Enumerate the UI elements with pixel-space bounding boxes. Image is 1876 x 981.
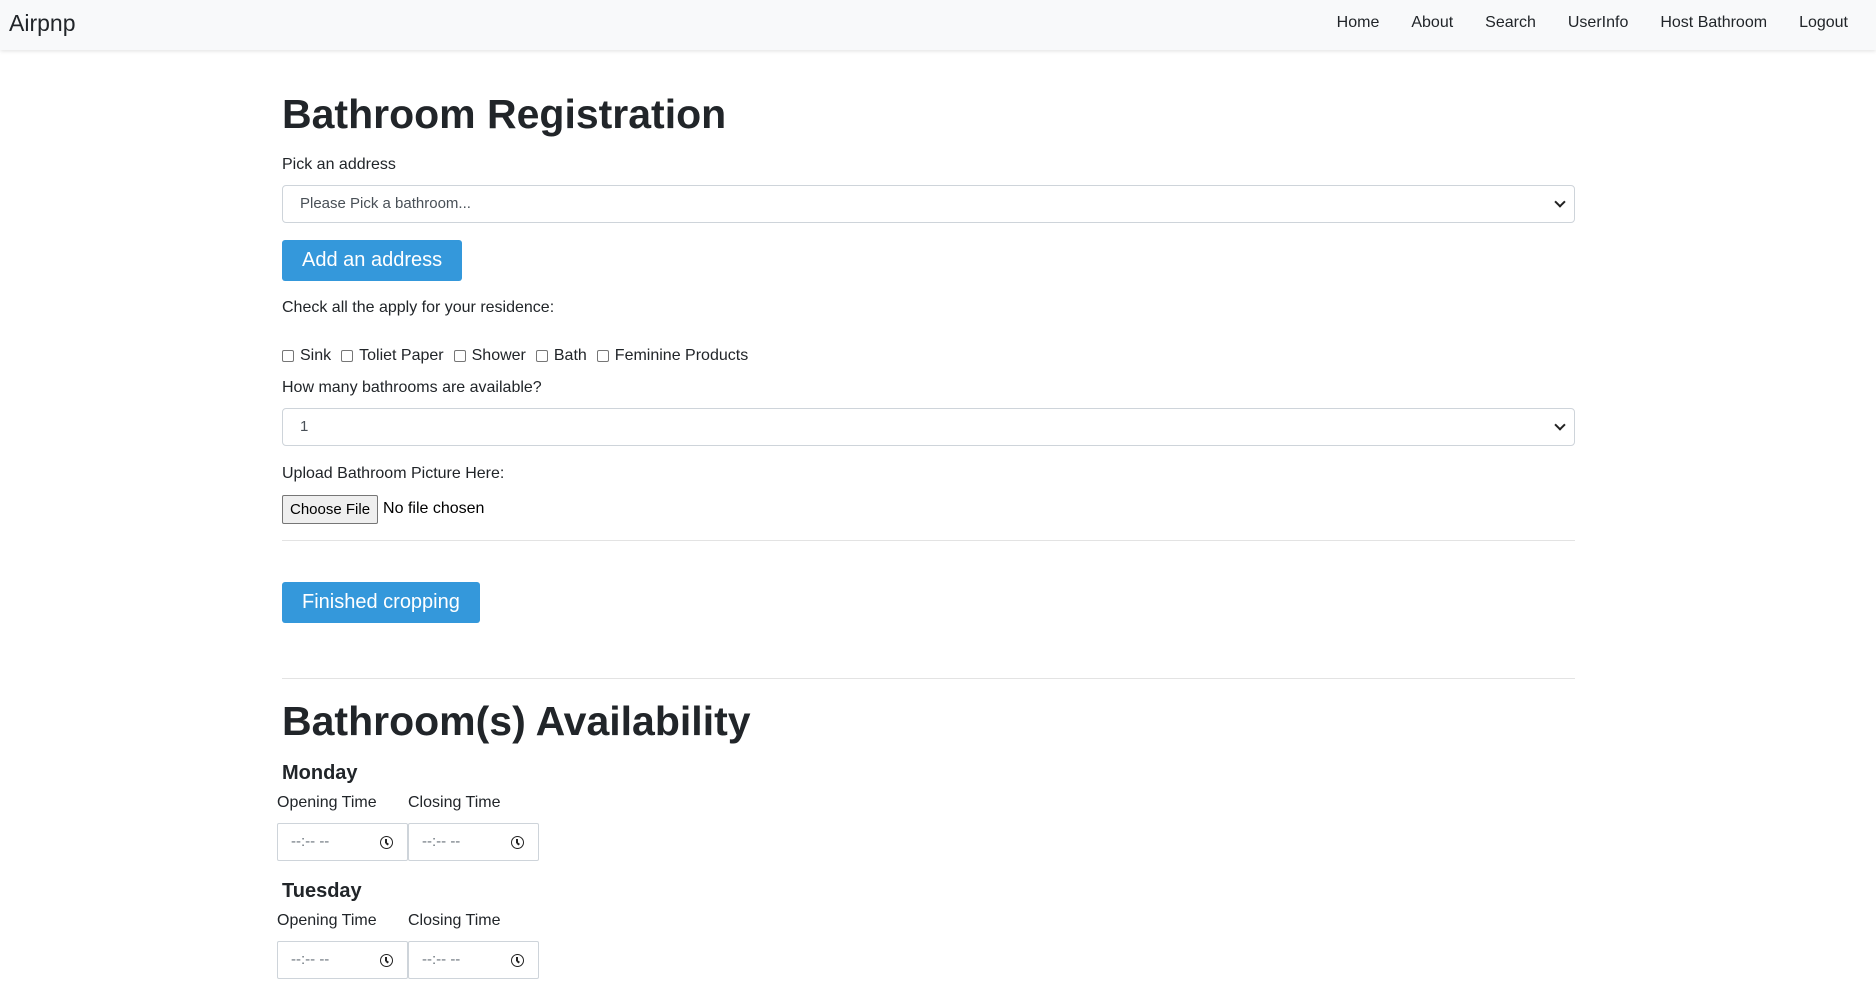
clock-icon[interactable] bbox=[511, 954, 524, 967]
amenity-bath[interactable]: Bath bbox=[535, 347, 587, 365]
chevron-down-icon bbox=[1554, 196, 1566, 208]
bathroom-count-value: 1 bbox=[300, 418, 309, 435]
amenity-shower[interactable]: Shower bbox=[453, 347, 526, 365]
amenity-label: Shower bbox=[471, 347, 526, 364]
finished-cropping-button[interactable]: Finished cropping bbox=[282, 582, 480, 623]
time-placeholder: --:-- -- bbox=[291, 951, 330, 968]
nav-link-logout[interactable]: Logout bbox=[1799, 13, 1848, 33]
time-placeholder: --:-- -- bbox=[422, 951, 461, 968]
address-label: Pick an address bbox=[282, 156, 396, 173]
amenities-checkboxes: Sink Toliet Paper Shower Bath Feminine P… bbox=[282, 346, 758, 366]
checkbox[interactable] bbox=[535, 350, 548, 362]
clock-icon[interactable] bbox=[380, 954, 393, 967]
add-address-button[interactable]: Add an address bbox=[282, 240, 463, 281]
checkbox[interactable] bbox=[596, 350, 609, 362]
amenities-label: Check all the apply for your residence: bbox=[282, 299, 555, 316]
monday-closing-time-input[interactable]: --:-- -- bbox=[408, 823, 539, 861]
upload-label: Upload Bathroom Picture Here: bbox=[282, 465, 505, 482]
bathroom-count-label: How many bathrooms are available? bbox=[282, 379, 542, 396]
amenity-label: Toliet Paper bbox=[359, 347, 444, 364]
chevron-down-icon bbox=[1554, 419, 1566, 431]
nav-link-about[interactable]: About bbox=[1411, 13, 1453, 33]
opening-time-label: Opening Time bbox=[277, 794, 377, 811]
clock-icon[interactable] bbox=[511, 836, 524, 849]
address-select-value: Please Pick a bathroom... bbox=[300, 195, 471, 212]
day-heading-tuesday: Tuesday bbox=[282, 880, 362, 902]
address-select[interactable]: Please Pick a bathroom... bbox=[282, 185, 1575, 223]
nav-link-userinfo[interactable]: UserInfo bbox=[1568, 13, 1628, 33]
amenity-sink[interactable]: Sink bbox=[282, 347, 331, 365]
bathroom-count-select[interactable]: 1 bbox=[282, 408, 1575, 446]
availability-title: Bathroom(s) Availability bbox=[282, 698, 751, 744]
nav-links: Home About Search UserInfo Host Bathroom… bbox=[1305, 0, 1848, 46]
day-heading-monday: Monday bbox=[282, 762, 358, 784]
nav-link-search[interactable]: Search bbox=[1485, 13, 1536, 33]
file-status: No file chosen bbox=[383, 500, 485, 517]
divider bbox=[282, 540, 1575, 541]
amenity-label: Sink bbox=[300, 347, 332, 364]
amenity-feminine-products[interactable]: Feminine Products bbox=[596, 347, 749, 365]
amenity-toilet-paper[interactable]: Toliet Paper bbox=[341, 347, 444, 365]
nav-link-home[interactable]: Home bbox=[1337, 13, 1380, 33]
time-placeholder: --:-- -- bbox=[422, 833, 461, 850]
monday-opening-time-input[interactable]: --:-- -- bbox=[277, 823, 408, 861]
time-placeholder: --:-- -- bbox=[291, 833, 330, 850]
choose-file-button[interactable]: Choose File bbox=[282, 494, 379, 524]
tuesday-closing-time-input[interactable]: --:-- -- bbox=[408, 941, 539, 979]
brand-logo[interactable]: Airpnp bbox=[9, 10, 75, 36]
opening-time-label: Opening Time bbox=[277, 912, 377, 929]
checkbox[interactable] bbox=[282, 350, 294, 362]
navbar: Airpnp Home About Search UserInfo Host B… bbox=[0, 0, 1876, 50]
checkbox[interactable] bbox=[453, 350, 466, 362]
checkbox[interactable] bbox=[341, 350, 354, 362]
divider bbox=[282, 678, 1575, 679]
closing-time-label: Closing Time bbox=[408, 794, 501, 811]
tuesday-opening-time-input[interactable]: --:-- -- bbox=[277, 941, 408, 979]
nav-link-host-bathroom[interactable]: Host Bathroom bbox=[1660, 13, 1767, 33]
amenity-label: Bath bbox=[553, 347, 587, 364]
clock-icon[interactable] bbox=[380, 836, 393, 849]
registration-title: Bathroom Registration bbox=[282, 91, 727, 137]
amenity-label: Feminine Products bbox=[614, 347, 749, 364]
closing-time-label: Closing Time bbox=[408, 912, 501, 929]
file-upload: Choose File No file chosen bbox=[282, 494, 484, 524]
